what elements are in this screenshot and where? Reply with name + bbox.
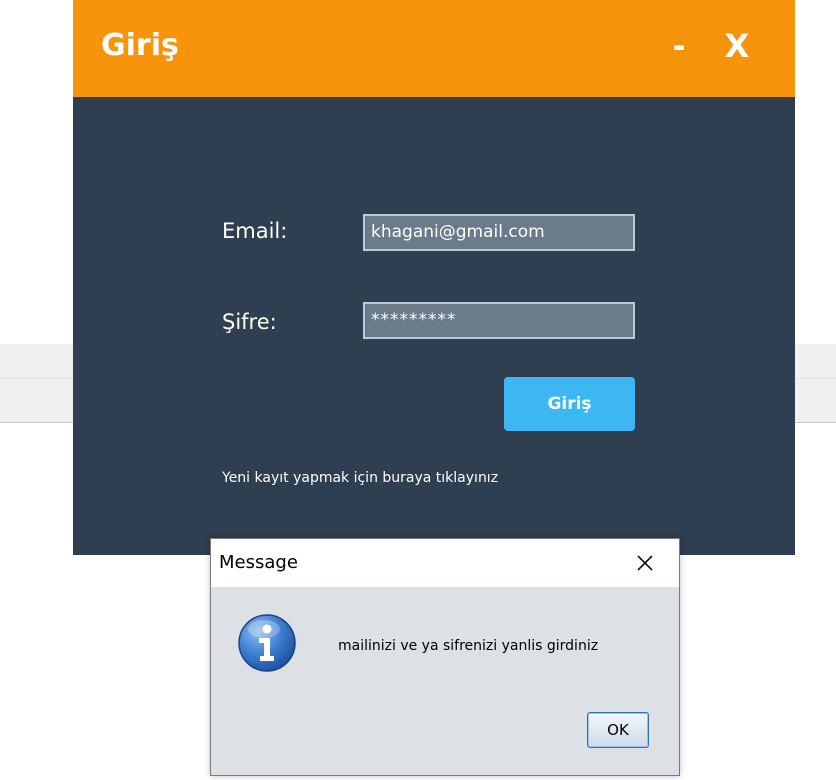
close-icon[interactable] xyxy=(629,547,661,579)
login-button[interactable]: Giriş xyxy=(504,377,635,431)
login-window: Giriş - X Email: khagani@gmail.com Şifre… xyxy=(73,0,795,555)
ok-button[interactable]: OK xyxy=(587,712,649,748)
dialog-title: Message xyxy=(219,552,298,573)
dialog-message: mailinizi ve ya sifrenizi yanlis girdini… xyxy=(338,638,599,654)
password-field[interactable]: ********* xyxy=(363,302,635,339)
window-title: Giriş xyxy=(101,28,179,63)
close-button[interactable]: X xyxy=(721,26,753,66)
email-label: Email: xyxy=(222,219,288,243)
email-field[interactable]: khagani@gmail.com xyxy=(363,214,635,251)
register-link[interactable]: Yeni kayıt yapmak için buraya tıklayınız xyxy=(222,470,498,486)
message-dialog: Message mailinizi ve ya sifrenizi yanlis… xyxy=(210,538,680,776)
password-label: Şifre: xyxy=(222,310,277,334)
info-icon xyxy=(238,614,296,672)
minimize-button[interactable]: - xyxy=(667,26,691,66)
dialog-title-bar[interactable]: Message xyxy=(211,539,679,587)
title-bar[interactable]: Giriş - X xyxy=(73,0,795,97)
